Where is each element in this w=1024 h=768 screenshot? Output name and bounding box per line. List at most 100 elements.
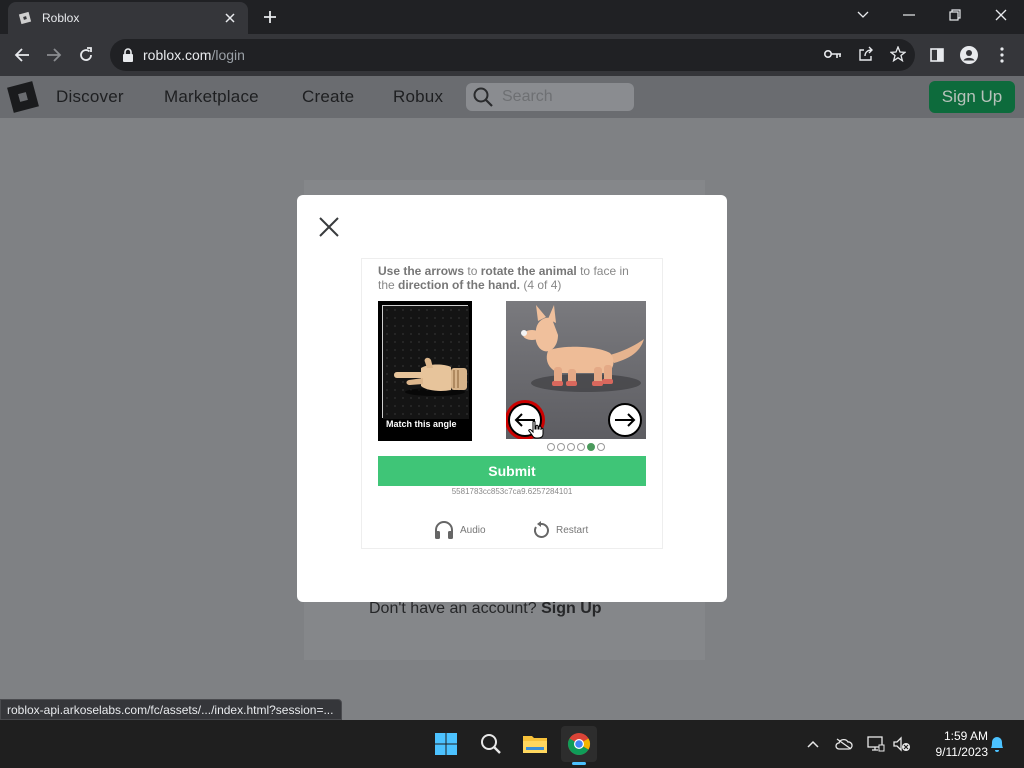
chevron-up-icon (807, 740, 819, 748)
forward-arrow-icon (47, 48, 62, 62)
progress-dots (547, 443, 605, 451)
folder-icon (523, 736, 547, 753)
search-icon (473, 87, 493, 107)
captcha-submit-button[interactable]: Submit (378, 456, 646, 486)
taskbar-clock[interactable]: 1:59 AM 9/11/2023 (918, 728, 989, 760)
instr-part-direction: direction of the hand. (398, 278, 521, 292)
minimize-button[interactable] (886, 0, 932, 30)
minimize-icon (903, 14, 915, 16)
side-panel-icon (930, 48, 944, 62)
progress-dot (547, 443, 555, 451)
progress-dot (557, 443, 565, 451)
chrome-taskbar-button[interactable] (561, 726, 597, 762)
volume-tray-button[interactable] (892, 734, 912, 754)
roblox-logo-icon[interactable] (7, 81, 39, 113)
close-icon (995, 9, 1007, 21)
nav-signup-button[interactable]: Sign Up (929, 81, 1015, 113)
nav-link-create[interactable]: Create (302, 87, 354, 107)
tab-close-icon[interactable] (222, 10, 238, 26)
captcha-modal: Use the arrows to rotate the animal to f… (297, 195, 727, 602)
hand-image-frame (382, 305, 469, 419)
browser-tab-roblox[interactable]: Roblox (8, 2, 248, 34)
share-icon (859, 46, 873, 61)
bell-icon (991, 737, 1003, 752)
back-button[interactable] (8, 41, 36, 69)
restore-icon (949, 9, 961, 21)
roblox-navbar: Discover Marketplace Create Robux Search… (0, 76, 1024, 118)
address-bar[interactable]: roblox.com/login (110, 39, 915, 71)
side-panel-button[interactable] (926, 44, 948, 66)
lock-icon (123, 48, 133, 62)
forward-button[interactable] (40, 41, 68, 69)
progress-dot-current (587, 443, 595, 451)
progress-dot (567, 443, 575, 451)
tab-search-button[interactable] (840, 0, 886, 30)
progress-dot (597, 443, 605, 451)
cloud-offline-icon (835, 738, 853, 750)
rotate-right-button[interactable] (608, 403, 642, 437)
plus-icon (264, 11, 276, 23)
taskbar-search-button[interactable] (473, 726, 509, 762)
progress-dot (577, 443, 585, 451)
new-tab-button[interactable] (258, 6, 282, 28)
kebab-menu-icon (1000, 47, 1004, 63)
windows-logo-icon (435, 733, 457, 755)
signup-link[interactable]: Sign Up (541, 600, 601, 617)
restart-challenge-button[interactable]: Restart (532, 521, 588, 539)
instr-part-to: to (464, 264, 481, 278)
pointing-hand-icon (383, 306, 469, 419)
close-window-button[interactable] (978, 0, 1024, 30)
page-viewport: Discover Marketplace Create Robux Search… (0, 76, 1024, 720)
audio-label: Audio (460, 524, 486, 536)
tab-title: Roblox (42, 11, 80, 25)
no-account-prompt: Don't have an account? Sign Up (369, 600, 602, 618)
nav-link-marketplace[interactable]: Marketplace (164, 87, 259, 107)
chrome-icon (568, 733, 590, 755)
start-button[interactable] (428, 726, 464, 762)
roblox-search-input[interactable]: Search (466, 83, 634, 111)
speaker-muted-icon (893, 736, 910, 752)
clock-time: 1:59 AM (943, 729, 988, 743)
match-angle-label: Match this angle (386, 419, 457, 429)
reload-icon (80, 47, 92, 61)
onedrive-tray-button[interactable] (834, 734, 854, 754)
file-explorer-button[interactable] (517, 726, 553, 762)
url-host: roblox.com (143, 47, 212, 63)
key-icon (824, 50, 841, 58)
chevron-down-icon (857, 11, 869, 18)
audio-challenge-button[interactable]: Audio (434, 521, 486, 539)
instr-part-arrows: Use the arrows (378, 264, 465, 278)
back-arrow-icon (14, 48, 29, 62)
clock-date: 9/11/2023 (935, 745, 989, 759)
roblox-favicon-icon (18, 11, 32, 25)
captcha-frame: Use the arrows to rotate the animal to f… (361, 258, 663, 549)
share-button[interactable] (855, 43, 877, 65)
profile-button[interactable] (958, 44, 980, 66)
instr-part-rotate: rotate the animal (480, 264, 577, 278)
browser-toolbar: roblox.com/login (0, 34, 1024, 76)
nav-link-robux[interactable]: Robux (393, 87, 443, 107)
captcha-session-id: 5581783cc853c7ca9.6257284101 (451, 487, 573, 496)
browser-menu-button[interactable] (991, 44, 1013, 66)
restore-button[interactable] (932, 0, 978, 30)
profile-avatar-icon (960, 46, 978, 64)
notifications-button[interactable] (987, 734, 1007, 754)
reload-button[interactable] (72, 41, 100, 69)
rotatable-animal-image (506, 301, 646, 439)
tray-overflow-button[interactable] (803, 734, 823, 754)
url-path: /login (211, 47, 245, 63)
captcha-instruction: Use the arrows to rotate the animal to f… (378, 264, 648, 292)
restart-label: Restart (556, 524, 589, 536)
bookmark-button[interactable] (887, 43, 909, 65)
arrow-right-icon (615, 413, 636, 427)
no-account-text: Don't have an account? (369, 600, 537, 617)
network-icon (867, 736, 885, 752)
windows-taskbar: 1:59 AM 9/11/2023 (0, 720, 1024, 768)
network-tray-button[interactable] (866, 734, 886, 754)
search-icon (481, 734, 501, 754)
modal-close-icon[interactable] (317, 215, 341, 239)
password-key-button[interactable] (822, 43, 844, 65)
browser-tabstrip: Roblox (0, 0, 1024, 34)
active-app-indicator (572, 762, 586, 765)
nav-link-discover[interactable]: Discover (56, 87, 124, 107)
